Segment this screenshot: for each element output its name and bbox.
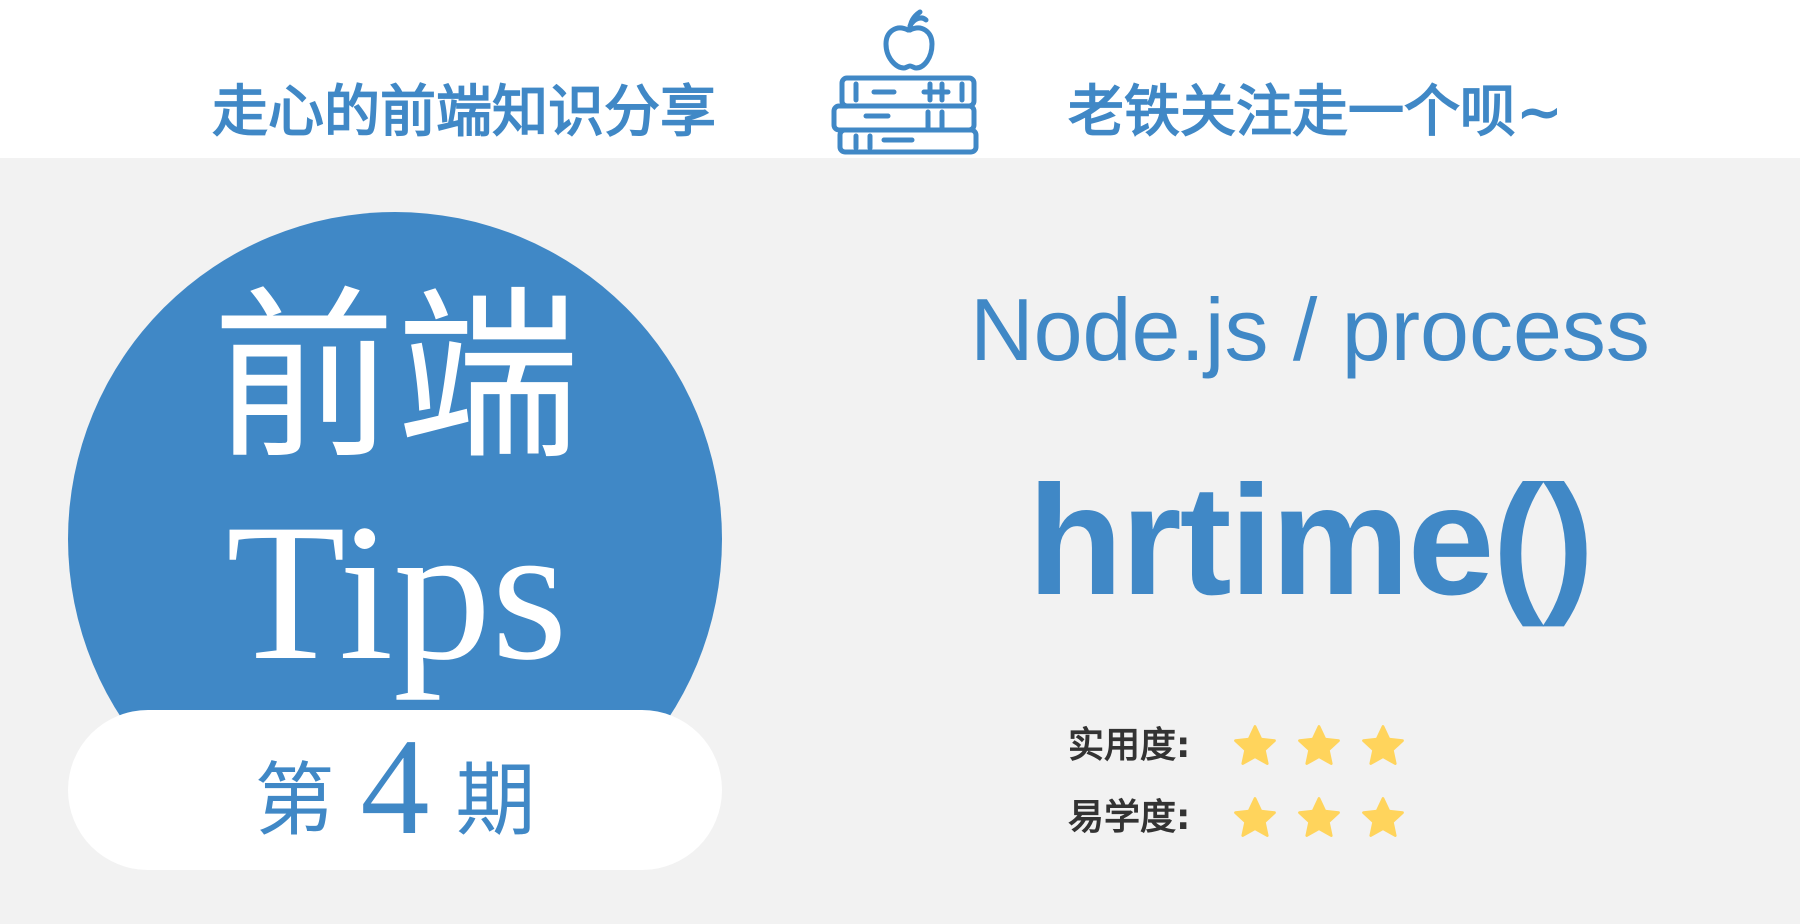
header-slogan-left: 走心的前端知识分享 bbox=[212, 80, 716, 145]
rating-stars bbox=[1232, 723, 1406, 769]
rating-label: 实用度: bbox=[1068, 725, 1191, 766]
header-banner: 走心的前端知识分享 老铁关注走一个呗~ bbox=[0, 0, 1800, 158]
issue-suffix: 期 bbox=[455, 754, 536, 847]
star-icon bbox=[1234, 725, 1276, 765]
star-icon bbox=[1298, 797, 1340, 837]
rating-label: 易学度: bbox=[1068, 797, 1191, 838]
star-icon bbox=[1362, 797, 1404, 837]
star-icon bbox=[1362, 725, 1404, 765]
rating-ease: 易学度: bbox=[1068, 788, 1406, 848]
star-icon bbox=[1298, 725, 1340, 765]
issue-prefix: 第 bbox=[254, 754, 335, 847]
header-slogan-right: 老铁关注走一个呗~ bbox=[1068, 80, 1563, 145]
badge-title-en: Tips bbox=[226, 484, 568, 701]
issue-pill: 第 4 期 bbox=[68, 710, 722, 870]
issue-label: 第 4 期 bbox=[68, 710, 722, 870]
star-icon bbox=[1234, 797, 1276, 837]
rating-stars bbox=[1232, 795, 1406, 841]
rating-usefulness: 实用度: bbox=[1068, 716, 1406, 776]
topic-subject: Node.js / process bbox=[970, 280, 1650, 379]
books-apple-icon bbox=[831, 9, 979, 155]
issue-number: 4 bbox=[360, 710, 430, 863]
topic-method: hrtime() bbox=[1027, 454, 1595, 628]
badge-title-cn: 前端 bbox=[212, 271, 581, 485]
